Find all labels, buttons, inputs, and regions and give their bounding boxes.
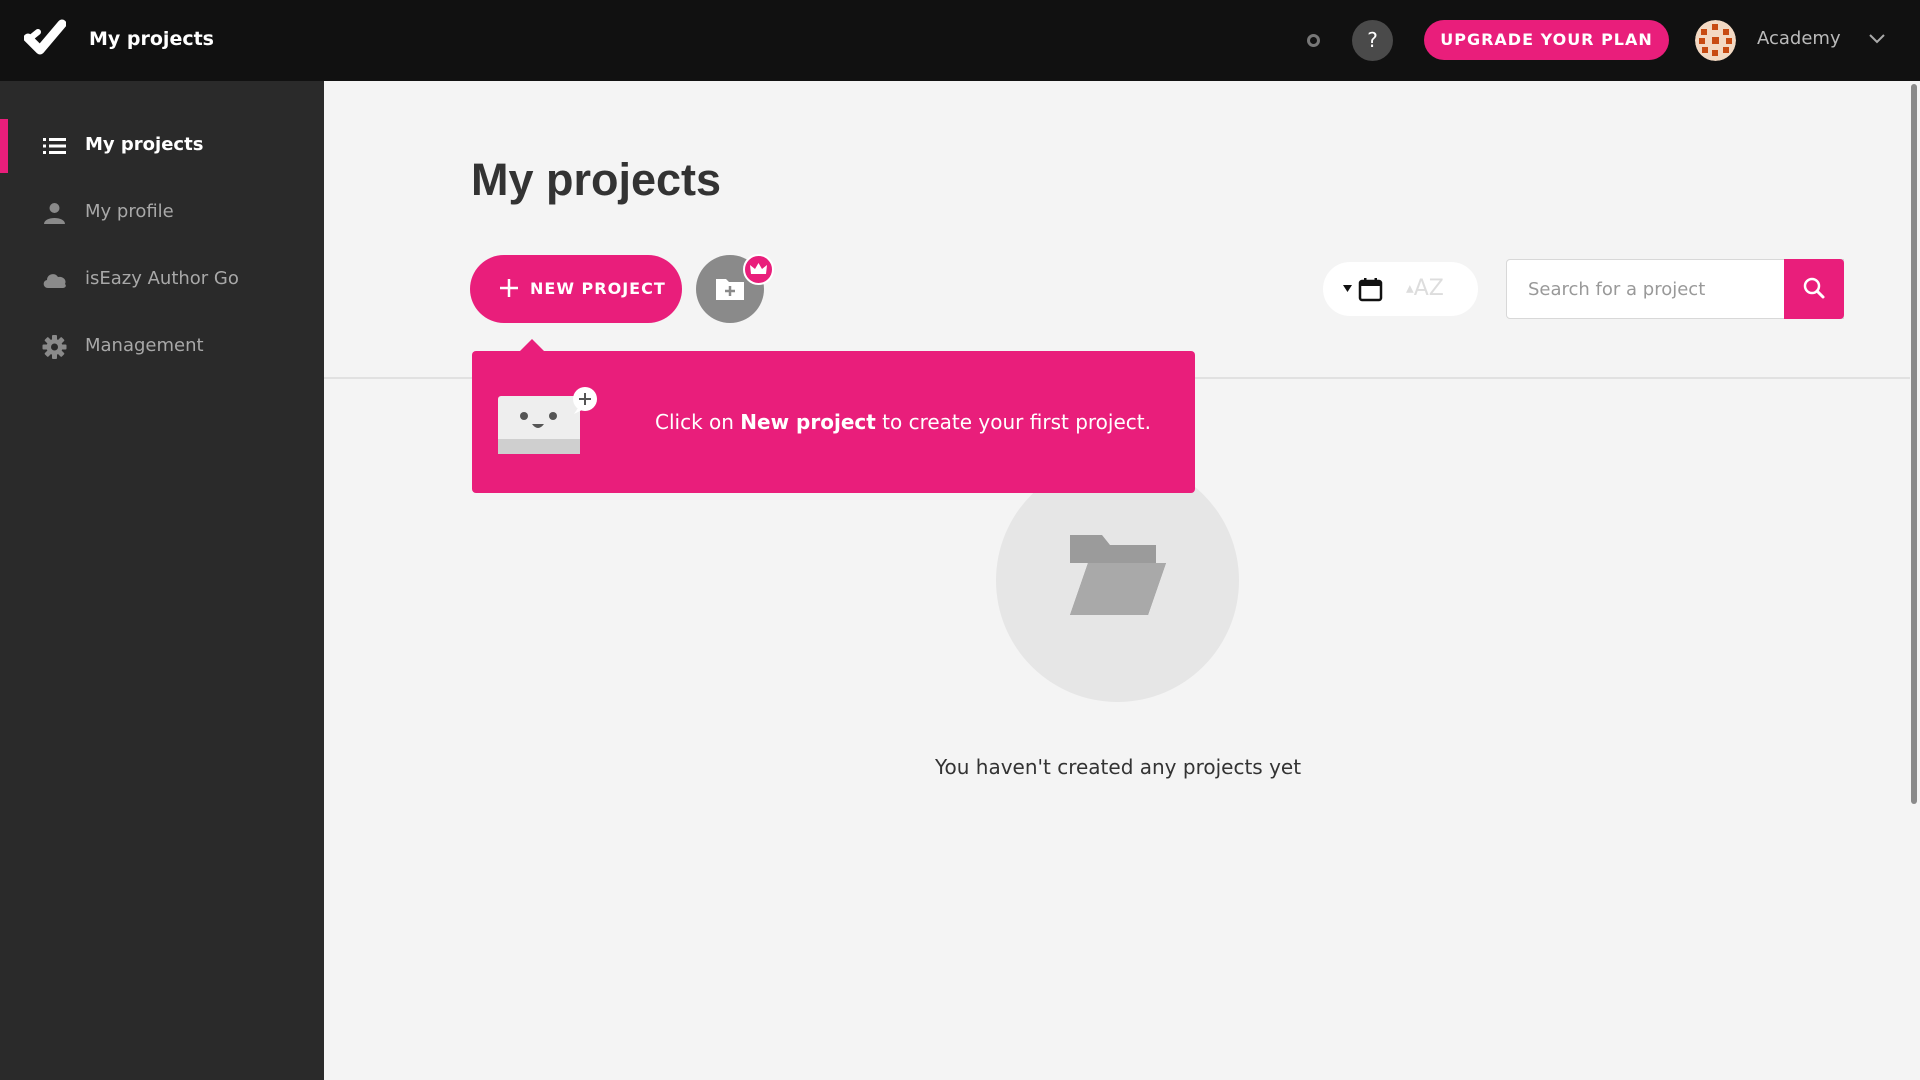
open-folder-icon	[1070, 535, 1166, 615]
app-title: My projects	[89, 28, 214, 50]
gear-icon	[42, 335, 67, 359]
sidebar-item-isEazy-author-go[interactable]: isEazy Author Go	[0, 253, 324, 307]
help-button[interactable]: ?	[1352, 20, 1393, 61]
search-icon	[1803, 277, 1825, 299]
premium-crown-icon	[743, 254, 774, 285]
calendar-icon	[1358, 278, 1383, 302]
sidebar-item-label: My projects	[85, 134, 204, 155]
sidebar-item-label: Management	[85, 335, 204, 356]
tooltip-text: Click on New project to create your firs…	[655, 410, 1151, 434]
empty-state-message: You haven't created any projects yet	[934, 755, 1302, 779]
chevron-down-icon[interactable]	[1868, 32, 1886, 46]
account-name[interactable]: Academy	[1757, 28, 1841, 49]
sidebar: My projects My profile isEazy Author Go	[0, 81, 324, 1080]
scrollbar-thumb[interactable]	[1911, 84, 1917, 804]
tooltip-text-before: Click on	[655, 410, 741, 434]
onboarding-tooltip[interactable]: Click on New project to create your firs…	[472, 351, 1195, 493]
sidebar-item-label: isEazy Author Go	[85, 268, 239, 289]
sort-controls: ▲AZ	[1323, 262, 1478, 316]
sidebar-item-my-projects[interactable]: My projects	[0, 119, 324, 173]
list-icon	[43, 138, 66, 154]
top-bar: My projects ? UPGRADE YOUR PLAN Academy	[0, 0, 1920, 81]
sort-by-date-button[interactable]	[1343, 277, 1395, 303]
tooltip-text-bold: New project	[740, 410, 876, 434]
sort-alphabetical-button[interactable]: ▲AZ	[1406, 276, 1466, 302]
sidebar-item-management[interactable]: Management	[0, 320, 324, 374]
avatar[interactable]	[1695, 20, 1736, 61]
page-title: My projects	[471, 154, 722, 205]
status-indicator-icon	[1307, 34, 1320, 47]
sidebar-item-my-profile[interactable]: My profile	[0, 186, 324, 240]
checkmark-logo-icon[interactable]	[24, 18, 66, 60]
tooltip-text-after: to create your first project.	[875, 410, 1151, 434]
new-project-button[interactable]: NEW PROJECT	[470, 255, 682, 323]
search-button[interactable]	[1784, 259, 1844, 319]
cloud-icon	[43, 274, 66, 288]
mascot-screen-icon	[498, 387, 597, 454]
new-project-label: NEW PROJECT	[530, 279, 666, 298]
person-icon	[44, 203, 65, 224]
sidebar-item-label: My profile	[85, 201, 174, 222]
main-content: My projects NEW PROJECT ▲AZ Search for a…	[324, 81, 1920, 1080]
upgrade-plan-button[interactable]: UPGRADE YOUR PLAN	[1424, 20, 1669, 60]
sort-desc-arrow-icon	[1343, 285, 1352, 292]
plus-icon	[500, 279, 518, 297]
tooltip-arrow	[520, 339, 544, 351]
sort-az-label: AZ	[1413, 276, 1444, 301]
